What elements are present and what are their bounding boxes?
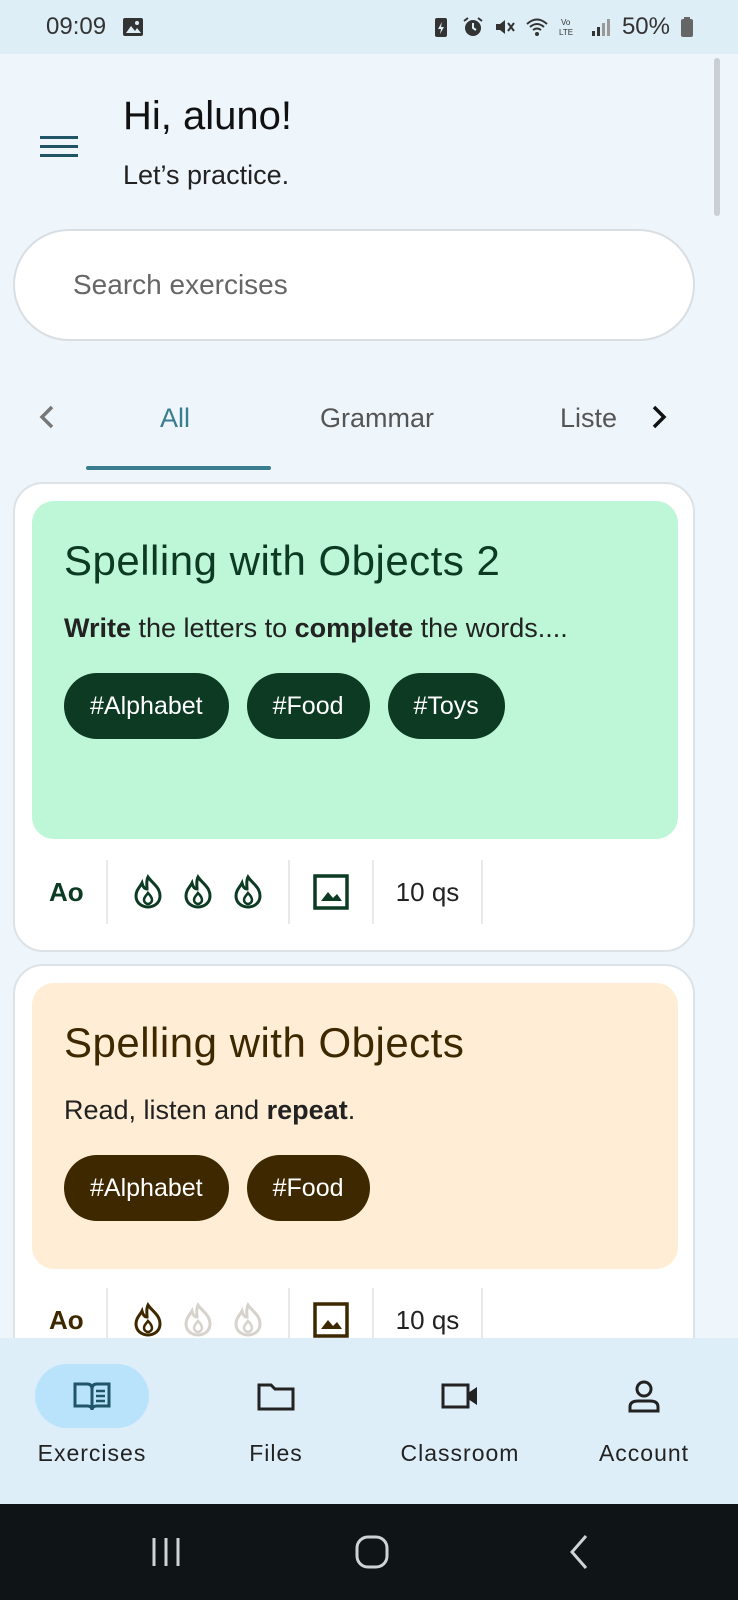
exercise-description: Write the letters to complete the words.… — [64, 613, 568, 643]
system-navigation-bar — [0, 1504, 738, 1600]
category-tabs: All Grammar Liste — [0, 385, 738, 471]
question-count: 10 qs — [395, 876, 460, 907]
tag-chip[interactable]: #Alphabet — [64, 1155, 229, 1221]
tab-all[interactable]: All — [160, 403, 190, 434]
nav-classroom[interactable]: Classroom — [368, 1338, 552, 1504]
volte-icon: VoLTE — [559, 18, 573, 37]
tag-list: #Alphabet #Food — [64, 1155, 646, 1221]
svg-text:Vo: Vo — [561, 18, 571, 27]
signal-icon — [591, 19, 610, 36]
recent-apps-icon[interactable] — [146, 1532, 186, 1572]
level-label: Ao — [49, 876, 84, 907]
flame-icon-inactive — [184, 1302, 212, 1337]
person-icon — [628, 1380, 660, 1413]
search-bar[interactable] — [13, 229, 695, 341]
nav-label: Files — [249, 1440, 303, 1466]
tab-grammar[interactable]: Grammar — [320, 403, 434, 434]
flame-icon — [134, 874, 162, 909]
bottom-navigation: Exercises Files Classroom Account — [0, 1338, 738, 1504]
chevron-left-icon[interactable] — [30, 399, 66, 435]
flame-icon — [134, 1302, 162, 1337]
alarm-icon — [463, 17, 483, 36]
tag-chip[interactable]: #Toys — [387, 673, 505, 739]
flame-icon-inactive — [234, 1302, 262, 1337]
status-time: 09:09 — [46, 13, 107, 40]
exercise-card[interactable]: Spelling with Objects 2 Write the letter… — [13, 482, 695, 952]
home-icon[interactable] — [352, 1532, 392, 1572]
folder-icon — [257, 1383, 295, 1411]
image-icon — [312, 874, 349, 910]
menu-button[interactable] — [38, 130, 84, 166]
exercise-title: Spelling with Objects 2 — [64, 537, 501, 584]
nav-label: Exercises — [37, 1440, 147, 1466]
flame-icon — [234, 874, 262, 909]
hamburger-menu-icon — [40, 136, 78, 157]
flame-icon — [184, 874, 212, 909]
tag-chip[interactable]: #Food — [246, 673, 370, 739]
image-icon — [312, 1302, 349, 1338]
level-label: Ao — [49, 1304, 84, 1335]
exercise-card-header: Spelling with Objects 2 Write the letter… — [32, 501, 678, 839]
book-icon — [73, 1382, 111, 1411]
tab-active-indicator — [86, 466, 271, 470]
nav-account[interactable]: Account — [552, 1338, 736, 1504]
exercise-title: Spelling with Objects — [64, 1019, 465, 1066]
tab-listening[interactable]: Liste — [560, 403, 624, 434]
wifi-icon — [526, 18, 548, 36]
header: Hi, aluno! Let’s practice. — [0, 90, 738, 210]
battery-percent: 50% — [621, 13, 670, 40]
tag-list: #Alphabet #Food #Toys — [64, 673, 646, 739]
greeting-title: Hi, aluno! — [123, 94, 292, 138]
nav-label: Account — [598, 1440, 690, 1466]
nav-files[interactable]: Files — [184, 1338, 368, 1504]
tag-chip[interactable]: #Alphabet — [64, 673, 229, 739]
difficulty-rating — [108, 860, 290, 924]
search-input[interactable] — [73, 269, 633, 301]
greeting-subtitle: Let’s practice. — [123, 160, 290, 190]
chevron-right-icon[interactable] — [640, 399, 676, 435]
mute-icon — [495, 20, 515, 34]
nav-label: Classroom — [400, 1440, 520, 1466]
battery-icon — [681, 17, 693, 37]
exercise-meta: Ao 10 qs — [49, 860, 484, 924]
question-count: 10 qs — [395, 1304, 460, 1335]
back-icon[interactable] — [560, 1532, 600, 1572]
exercise-description: Read, listen and repeat. — [64, 1095, 356, 1125]
exercise-card[interactable]: Spelling with Objects Read, listen and r… — [13, 964, 695, 1384]
nav-exercises[interactable]: Exercises — [0, 1338, 184, 1504]
exercise-card-header: Spelling with Objects Read, listen and r… — [32, 983, 678, 1269]
status-bar: 09:09 Vo LTE 50% — [0, 0, 738, 54]
battery-saver-icon — [434, 18, 447, 37]
gallery-icon — [123, 18, 144, 36]
svg-text:LTE: LTE — [559, 28, 573, 37]
tag-chip[interactable]: #Food — [246, 1155, 370, 1221]
video-icon — [441, 1383, 477, 1409]
